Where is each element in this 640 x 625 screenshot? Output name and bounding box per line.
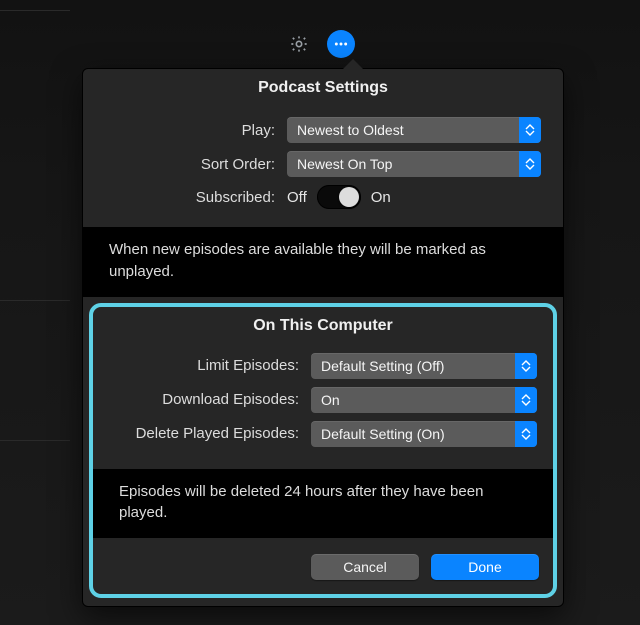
play-row: Play: Newest to Oldest xyxy=(105,117,541,143)
gear-icon xyxy=(289,34,309,54)
chevron-updown-icon xyxy=(515,353,537,379)
done-button[interactable]: Done xyxy=(431,554,539,580)
play-label: Play: xyxy=(105,122,287,139)
chevron-updown-icon xyxy=(519,151,541,177)
limit-label: Limit Episodes: xyxy=(109,357,311,374)
unplayed-note: When new episodes are available they wil… xyxy=(83,227,563,297)
subscribed-label: Subscribed: xyxy=(105,189,287,206)
download-label: Download Episodes: xyxy=(109,391,311,408)
limit-row: Limit Episodes: Default Setting (Off) xyxy=(109,353,537,379)
computer-form: Limit Episodes: Default Setting (Off) Do… xyxy=(93,341,553,465)
chevron-updown-icon xyxy=(515,421,537,447)
on-this-computer-section: On This Computer Limit Episodes: Default… xyxy=(89,303,557,599)
play-value: Newest to Oldest xyxy=(297,122,404,138)
subscribed-on-label: On xyxy=(371,189,391,206)
subscribed-toggle[interactable] xyxy=(317,185,361,209)
sort-value: Newest On Top xyxy=(297,156,392,172)
sort-label: Sort Order: xyxy=(105,156,287,173)
footer-buttons: Cancel Done xyxy=(93,548,553,586)
cancel-button[interactable]: Cancel xyxy=(311,554,419,580)
delete-note: Episodes will be deleted 24 hours after … xyxy=(93,469,553,539)
popover-title: Podcast Settings xyxy=(83,69,563,105)
limit-select[interactable]: Default Setting (Off) xyxy=(311,353,537,379)
download-value: On xyxy=(321,392,340,408)
delete-label: Delete Played Episodes: xyxy=(109,425,311,442)
settings-form: Play: Newest to Oldest Sort Order: Ne xyxy=(83,105,563,227)
sort-row: Sort Order: Newest On Top xyxy=(105,151,541,177)
sort-select[interactable]: Newest On Top xyxy=(287,151,541,177)
chevron-updown-icon xyxy=(515,387,537,413)
delete-value: Default Setting (On) xyxy=(321,426,445,442)
ellipsis-icon xyxy=(333,36,349,52)
subscribed-off-label: Off xyxy=(287,189,307,206)
limit-value: Default Setting (Off) xyxy=(321,358,444,374)
chevron-updown-icon xyxy=(519,117,541,143)
toggle-knob xyxy=(339,187,359,207)
settings-button[interactable] xyxy=(285,30,313,58)
podcast-settings-popover: Podcast Settings Play: Newest to Oldest … xyxy=(82,68,564,607)
section-title: On This Computer xyxy=(93,307,553,341)
header-icons xyxy=(0,30,640,58)
download-select[interactable]: On xyxy=(311,387,537,413)
more-button[interactable] xyxy=(327,30,355,58)
subscribed-row: Subscribed: Off On xyxy=(105,185,541,209)
delete-select[interactable]: Default Setting (On) xyxy=(311,421,537,447)
download-row: Download Episodes: On xyxy=(109,387,537,413)
play-select[interactable]: Newest to Oldest xyxy=(287,117,541,143)
window: Podcast Settings Play: Newest to Oldest … xyxy=(0,0,640,625)
delete-row: Delete Played Episodes: Default Setting … xyxy=(109,421,537,447)
